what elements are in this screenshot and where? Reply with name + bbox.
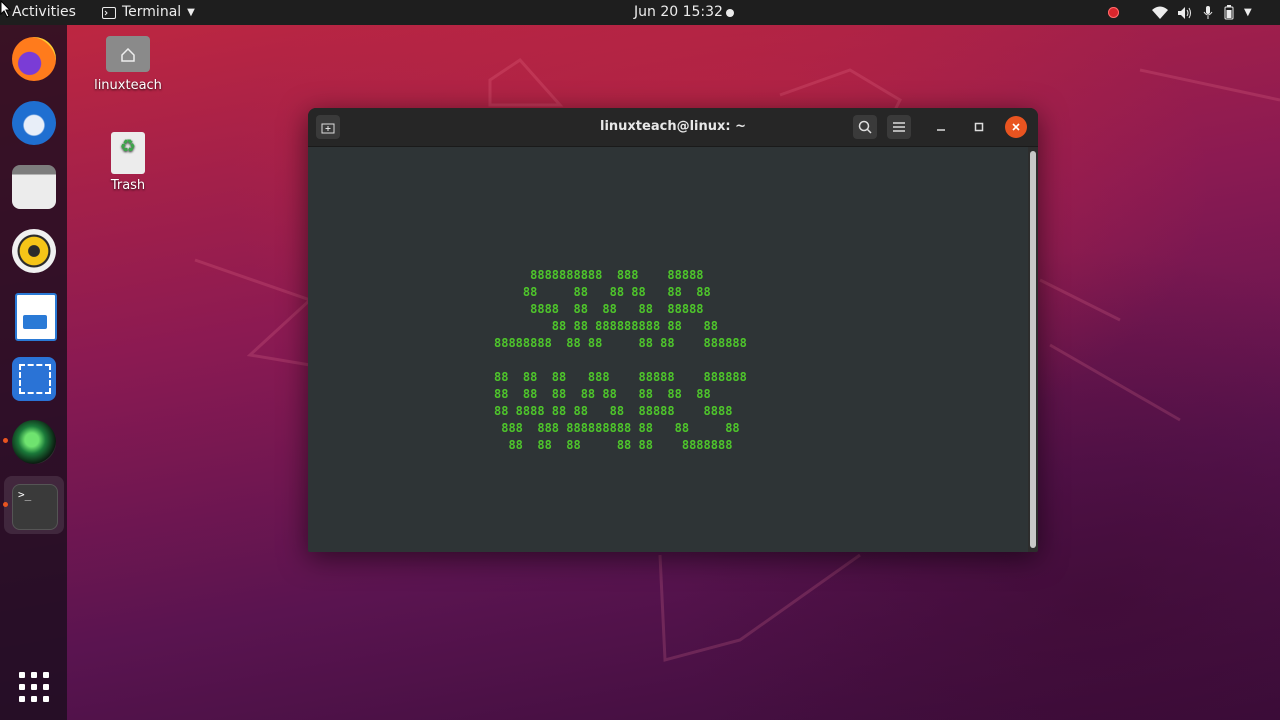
wifi-icon (1152, 6, 1168, 19)
scrollbar[interactable] (1030, 151, 1036, 548)
home-folder[interactable]: linuxteach (88, 36, 168, 93)
battery-icon (1224, 5, 1234, 20)
microphone-icon (1203, 6, 1213, 19)
terminal-icon[interactable]: >_ (12, 484, 58, 530)
menu-button[interactable] (887, 115, 911, 139)
record-indicator-icon[interactable] (1108, 7, 1119, 18)
volume-icon (1178, 6, 1191, 19)
maximize-button[interactable] (967, 115, 991, 139)
system-menu[interactable]: ▼ (1152, 0, 1252, 25)
trash[interactable]: ♻ Trash (88, 132, 168, 193)
notification-dot (726, 9, 734, 17)
home-folder-label: linuxteach (94, 78, 162, 93)
minimize-button[interactable] (929, 115, 953, 139)
writer-icon[interactable] (15, 293, 57, 341)
files-icon[interactable] (12, 165, 56, 209)
top-bar: Activities Terminal ▼ Jun 20 15:32 ▼ (0, 0, 1280, 25)
firefox-icon[interactable] (12, 37, 56, 81)
webcam-icon[interactable] (12, 420, 56, 464)
dock: >_ (0, 25, 67, 720)
app-menu[interactable]: Terminal ▼ (102, 0, 195, 25)
running-indicator (3, 502, 8, 507)
hamburger-icon (893, 122, 905, 132)
screenshot-icon[interactable] (12, 357, 56, 401)
app-menu-label: Terminal (122, 4, 182, 20)
rhythmbox-icon[interactable] (12, 229, 56, 273)
activities-button[interactable]: Activities (12, 0, 76, 25)
close-icon (1012, 123, 1020, 131)
search-icon (858, 120, 872, 134)
trash-label: Trash (110, 178, 146, 193)
close-button[interactable] (1005, 116, 1027, 138)
terminal-window[interactable]: linuxteach@linux: ~ 8888888888 888 88888… (308, 108, 1038, 552)
search-button[interactable] (853, 115, 877, 139)
running-indicator (3, 438, 8, 443)
chevron-down-icon: ▼ (187, 7, 195, 18)
app-grid-icon[interactable] (19, 672, 49, 702)
ascii-art-output: 8888888888 888 88888 88 88 88 88 88 88 8… (494, 268, 747, 452)
clock[interactable]: Jun 20 15:32 (634, 0, 723, 25)
chevron-down-icon: ▼ (1244, 7, 1252, 18)
maximize-icon (974, 122, 984, 132)
minimize-icon (937, 129, 945, 131)
thunderbird-icon[interactable] (12, 101, 56, 145)
home-folder-icon (106, 36, 150, 72)
terminal-output[interactable]: 8888888888 888 88888 88 88 88 88 88 88 8… (308, 147, 1028, 552)
titlebar[interactable]: linuxteach@linux: ~ (308, 108, 1038, 147)
terminal-small-icon (102, 6, 116, 19)
trash-icon: ♻ (111, 132, 145, 174)
